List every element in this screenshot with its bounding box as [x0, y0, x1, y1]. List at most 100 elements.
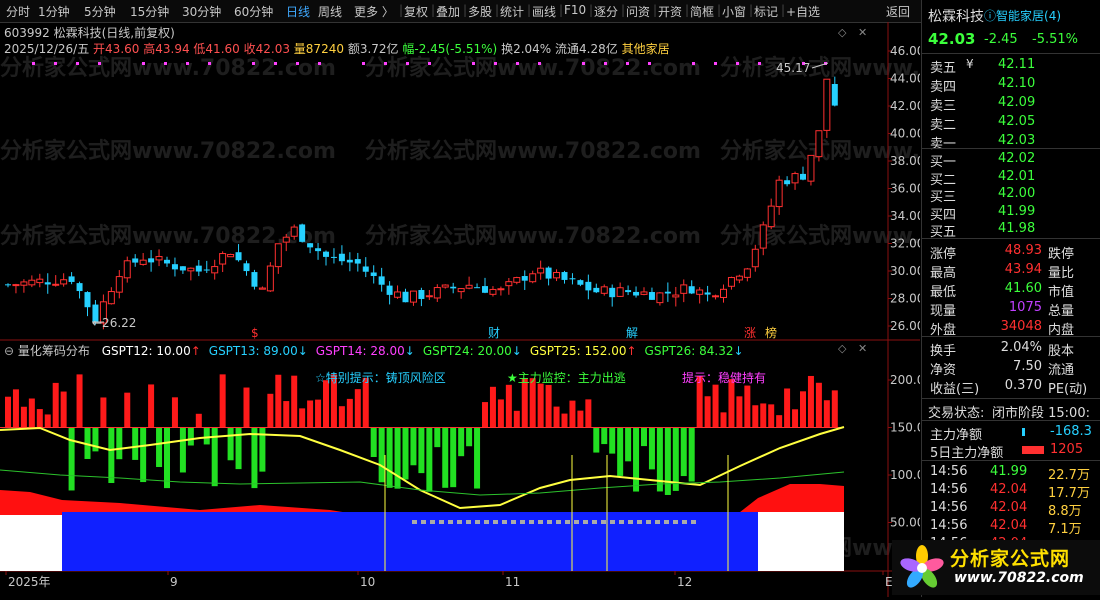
price-axis-label: 34.00	[890, 209, 920, 223]
hist-bar-up	[537, 383, 544, 428]
hist-bar-up	[831, 390, 838, 428]
toolbar-item[interactable]: 开资	[658, 3, 682, 20]
hist-bar-up	[752, 405, 759, 428]
candle-body	[418, 290, 425, 299]
signal-dot	[494, 62, 497, 65]
hist-bar-up	[5, 396, 11, 428]
indicator-toggle-icon[interactable]: ⊖	[4, 344, 14, 358]
toolbar-item[interactable]: 复权	[404, 3, 428, 20]
toolbar-item[interactable]: 分时	[6, 3, 30, 20]
candle-body	[187, 267, 195, 272]
toolbar-item[interactable]: F10	[564, 3, 586, 17]
grey-mark	[601, 520, 606, 524]
hist-bar-up	[20, 406, 27, 428]
grey-mark	[628, 520, 633, 524]
kline-chart[interactable]: 分析家公式网www.70822.com 分析家公式网www.70822.com 分析…	[0, 22, 1056, 597]
indicator-value: GSPT14: 28.00	[315, 344, 405, 358]
grey-mark	[421, 520, 426, 524]
toolbar-item[interactable]: 1分钟	[38, 3, 70, 20]
hist-bar-down	[370, 427, 377, 458]
diamond-icon[interactable]: ◇	[838, 26, 847, 39]
close-icon[interactable]: ✕	[858, 342, 867, 355]
white-fill	[0, 515, 62, 571]
toolbar-item[interactable]: 多股	[468, 3, 492, 20]
grey-mark	[520, 520, 525, 524]
logo-text: 分析家公式网	[950, 548, 1071, 570]
signal-dot	[604, 62, 607, 65]
ask-label: 卖二	[930, 118, 957, 133]
candle-body	[346, 259, 353, 263]
toolbar-item[interactable]: 小窗	[722, 3, 746, 20]
toolbar-item[interactable]: 逐分	[594, 3, 618, 20]
close-icon[interactable]: ✕	[858, 26, 867, 39]
stat-label: 最高	[930, 266, 957, 281]
close-label: 收42.03	[243, 42, 290, 56]
candle-body	[84, 292, 91, 308]
toolbar-item[interactable]: 返回	[886, 3, 910, 20]
toolbar-item[interactable]: 日线	[286, 3, 310, 20]
candle-body	[784, 180, 791, 185]
toolbar-item[interactable]: 统计	[500, 3, 524, 20]
toolbar-item[interactable]: 简框	[690, 3, 714, 20]
candle-body	[52, 283, 60, 286]
event-marker[interactable]: 涨	[744, 325, 756, 340]
watermark-text: 分析家公式网www.70822.com	[0, 138, 336, 164]
candle-body	[68, 276, 75, 282]
candle-body	[315, 248, 322, 252]
candle-body	[76, 283, 83, 292]
toolbar-item[interactable]: +自选	[786, 3, 820, 20]
candle-body	[164, 259, 170, 264]
toolbar-item[interactable]: 标记	[754, 3, 778, 20]
volume-label: 量87240	[293, 42, 344, 56]
toolbar-separator: |	[621, 3, 626, 17]
toolbar-item[interactable]: 30分钟	[182, 3, 221, 20]
high-label: 高43.94	[143, 42, 190, 56]
toolbar-item[interactable]: 问资	[626, 3, 650, 20]
hist-bar-down	[434, 427, 441, 448]
tick-volume: 8.8万	[1048, 504, 1082, 519]
watermark-text: 分析家公式网www.70822.com	[365, 138, 701, 164]
signal-dot	[692, 62, 695, 65]
toolbar-item[interactable]: 60分钟	[234, 3, 273, 20]
sector-link[interactable]: ⓘ智能家居(4)	[984, 7, 1061, 24]
candle-body	[600, 286, 608, 294]
event-marker[interactable]: $	[251, 326, 259, 340]
stat-label: 收益(三)	[930, 382, 980, 397]
candle-body	[775, 179, 783, 208]
tick-volume: 17.7万	[1048, 486, 1090, 501]
divider	[922, 336, 1100, 337]
candle-body	[386, 285, 393, 295]
hist-bar-down	[132, 427, 139, 460]
toolbar-separator: |	[653, 3, 658, 17]
diamond-icon[interactable]: ◇	[838, 342, 847, 355]
stat-value: 34048	[1000, 319, 1042, 334]
signal-dot	[362, 62, 365, 65]
hist-bar-down	[688, 427, 695, 482]
grey-mark	[574, 520, 579, 524]
signal-dot	[758, 62, 761, 65]
toolbar-item[interactable]: 画线	[532, 3, 556, 20]
event-marker[interactable]: 财	[488, 326, 500, 340]
toolbar-item[interactable]: 叠加	[436, 3, 460, 20]
toolbar-item[interactable]: 5分钟	[84, 3, 116, 20]
candle-body	[203, 269, 210, 271]
stat-label-2: 量比	[1048, 266, 1075, 281]
indicator-name[interactable]: 量化筹码分布	[18, 344, 90, 358]
toolbar-item[interactable]: 周线	[318, 3, 342, 20]
ask-price: 42.11	[998, 57, 1036, 72]
toolbar-item[interactable]: 15分钟	[130, 3, 169, 20]
candle-body	[727, 277, 735, 287]
hist-bar-down	[187, 427, 194, 446]
toolbar-item[interactable]: 更多 〉	[354, 3, 394, 20]
hist-bar-up	[299, 408, 306, 428]
watermark-text: 分析家公式网www.70822.com	[365, 55, 701, 81]
xaxis-label: 2025年	[8, 575, 51, 589]
xaxis-label: 12	[677, 575, 692, 589]
candle-body	[362, 266, 369, 272]
event-marker[interactable]: 榜	[765, 325, 777, 340]
signal-dot	[208, 62, 211, 65]
chart-area[interactable]: 分析家公式网www.70822.com 分析家公式网www.70822.com 分析…	[0, 22, 1056, 597]
event-marker[interactable]: 解	[626, 326, 638, 340]
grey-mark	[448, 520, 453, 524]
sector-tag[interactable]: 其他家居	[622, 42, 670, 56]
